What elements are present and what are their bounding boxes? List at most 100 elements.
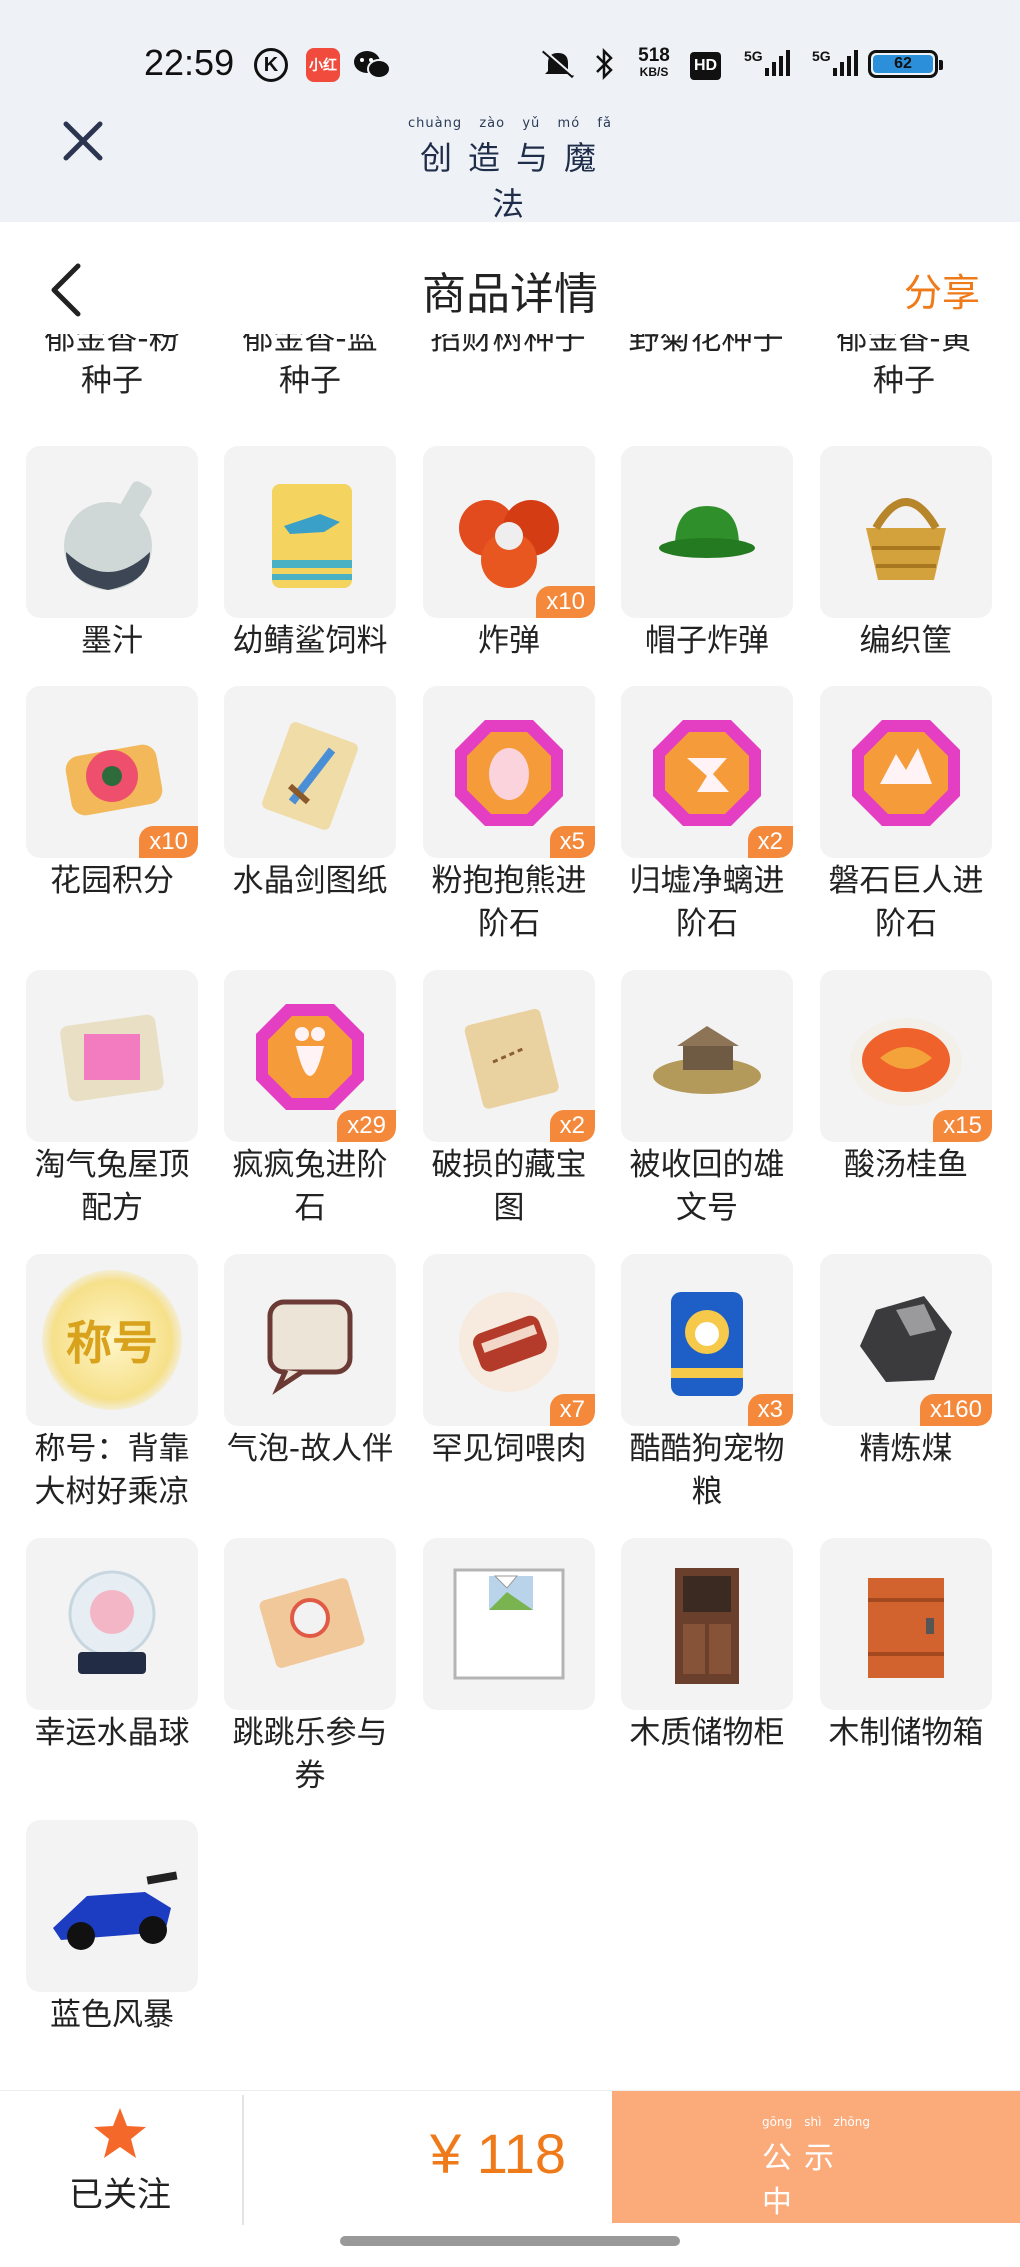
status-time: 22:59 xyxy=(144,42,235,83)
item-thumbnail xyxy=(820,446,992,618)
item-name: 磐石巨人进阶石 xyxy=(828,863,984,942)
broken-image-icon xyxy=(453,1568,565,1680)
cut-off-item[interactable]: 野菊花种子 xyxy=(618,334,794,360)
crystal-ball-icon xyxy=(42,1554,182,1694)
quantity-badge: x10 xyxy=(536,586,595,618)
item-name: 气泡-故人伴 xyxy=(226,1431,394,1467)
item-card[interactable]: 墨汁 xyxy=(26,446,202,663)
item-thumbnail xyxy=(26,446,198,618)
cut-off-item-label: 郁金香-粉 xyxy=(44,334,180,357)
battery-level: 62 xyxy=(873,55,933,73)
public-notice-button[interactable]: gōng shì zhōng 公示中 xyxy=(612,2091,1020,2223)
item-card[interactable]: 幼鲭鲨饲料 xyxy=(224,446,400,663)
item-card[interactable]: 编织筐 xyxy=(820,446,996,663)
item-card[interactable]: 淘气兔屋顶配方 xyxy=(26,970,202,1230)
wooden-crate-icon xyxy=(836,1554,976,1694)
shark-feed-bag-icon xyxy=(240,462,380,602)
network-speed: 518 KB/S xyxy=(632,46,676,80)
follow-button[interactable]: 已关注 xyxy=(40,2105,200,2216)
item-thumbnail: x15 xyxy=(820,970,992,1142)
item-card[interactable]: x10 花园积分 xyxy=(26,686,202,903)
item-card[interactable]: x7 罕见饲喂肉 xyxy=(423,1254,599,1471)
pinyin-2: yǔ xyxy=(522,116,541,131)
item-card[interactable]: 称号 称号：背靠大树好乘凉 xyxy=(26,1254,202,1514)
item-card[interactable] xyxy=(423,1538,599,1712)
signal-2-icon: 5G xyxy=(812,48,858,80)
cut-off-item-label: 郁金香-黄 xyxy=(836,334,972,357)
public-pinyin-2: zhōng xyxy=(833,2115,870,2129)
item-name: 帽子炸弹 xyxy=(645,623,769,659)
woven-basket-icon xyxy=(836,462,976,602)
cut-off-item[interactable]: 郁金香-粉 种子 xyxy=(24,334,200,402)
cut-off-item-label: 招财树种子 xyxy=(430,334,586,357)
item-card[interactable]: x3 酷酷狗宠物粮 xyxy=(621,1254,797,1514)
item-thumbnail: 称号 xyxy=(26,1254,198,1426)
app-title-text: 创造与魔法 xyxy=(419,139,612,223)
item-name: 水晶剑图纸 xyxy=(232,863,388,899)
item-thumbnail: x2 xyxy=(621,686,793,858)
item-name: 精炼煤 xyxy=(859,1431,953,1467)
item-card[interactable]: 木质储物柜 xyxy=(621,1538,797,1755)
quantity-badge: x5 xyxy=(549,826,595,858)
network-speed-unit: KB/S xyxy=(639,65,669,79)
item-thumbnail xyxy=(621,1538,793,1710)
quantity-badge: x15 xyxy=(933,1110,992,1142)
bluetooth-icon xyxy=(592,47,616,81)
battery-icon: 62 xyxy=(868,50,943,78)
item-name: 墨汁 xyxy=(81,623,143,659)
share-button[interactable]: 分享 xyxy=(904,262,980,317)
item-name: 破损的藏宝图 xyxy=(431,1147,587,1226)
speech-bubble-icon xyxy=(240,1270,380,1410)
cut-off-item[interactable]: 郁金香-蓝 种子 xyxy=(222,334,398,402)
cut-off-item[interactable]: 郁金香-黄 种子 xyxy=(816,334,992,402)
item-card[interactable]: 帽子炸弹 xyxy=(621,446,797,663)
item-card[interactable]: 蓝色风暴 xyxy=(26,1820,202,2037)
item-name: 木质储物柜 xyxy=(629,1715,785,1751)
item-card[interactable]: x10 炸弹 xyxy=(423,446,599,663)
star-icon xyxy=(94,2108,146,2158)
item-card[interactable]: 被收回的雄文号 xyxy=(621,970,797,1230)
k-app-icon: K xyxy=(254,48,288,82)
item-card[interactable]: 幸运水晶球 xyxy=(26,1538,202,1755)
wooden-cabinet-icon xyxy=(637,1554,777,1694)
item-card[interactable]: 木制储物箱 xyxy=(820,1538,996,1755)
item-card[interactable]: 气泡-故人伴 xyxy=(224,1254,400,1471)
divider xyxy=(242,2095,244,2225)
item-card[interactable]: x15 酸汤桂鱼 xyxy=(820,970,996,1187)
cut-off-item[interactable]: 招财树种子 xyxy=(420,334,596,360)
public-pinyin-0: gōng xyxy=(762,2115,793,2129)
item-card[interactable]: 磐石巨人进阶石 xyxy=(820,686,996,946)
item-name: 疯疯兔进阶石 xyxy=(232,1147,388,1226)
item-card[interactable]: x160 精炼煤 xyxy=(820,1254,996,1471)
item-name: 归墟净螭进阶石 xyxy=(629,863,785,942)
home-indicator[interactable] xyxy=(340,2236,680,2246)
dog-food-bag-icon xyxy=(637,1270,777,1410)
quantity-badge: x10 xyxy=(139,826,198,858)
app-title-pinyin: chuàng zào yǔ mó fǎ xyxy=(400,116,620,131)
signal-1-label: 5G xyxy=(744,48,763,64)
advance-stone-giant-icon xyxy=(836,702,976,842)
ruins-icon xyxy=(637,986,777,1126)
close-icon[interactable] xyxy=(60,118,110,168)
blue-race-car-icon xyxy=(37,1836,187,1976)
item-card[interactable]: x5 粉抱抱熊进阶石 xyxy=(423,686,599,946)
item-thumbnail: x160 xyxy=(820,1254,992,1426)
app-title: chuàng zào yǔ mó fǎ 创造与魔法 xyxy=(400,116,620,225)
item-thumbnail xyxy=(621,446,793,618)
mute-icon xyxy=(536,48,580,80)
item-name: 幼鲭鲨饲料 xyxy=(232,623,388,659)
item-thumbnail xyxy=(423,1538,595,1710)
pinyin-3: mó xyxy=(557,116,581,131)
item-card[interactable]: 水晶剑图纸 xyxy=(224,686,400,903)
item-card[interactable]: x29 疯疯兔进阶石 xyxy=(224,970,400,1230)
bomb-icon xyxy=(439,462,579,602)
crystal-sword-blueprint-icon xyxy=(240,702,380,842)
advance-stone-dragon-icon xyxy=(637,702,777,842)
item-thumbnail: x5 xyxy=(423,686,595,858)
hat-bomb-icon xyxy=(637,462,777,602)
item-card[interactable]: x2 破损的藏宝图 xyxy=(423,970,599,1230)
cut-off-item-label: 野菊花种子 xyxy=(628,334,784,357)
item-card[interactable]: x2 归墟净螭进阶石 xyxy=(621,686,797,946)
item-card[interactable]: 跳跳乐参与券 xyxy=(224,1538,400,1798)
pinyin-4: fǎ xyxy=(597,116,612,131)
